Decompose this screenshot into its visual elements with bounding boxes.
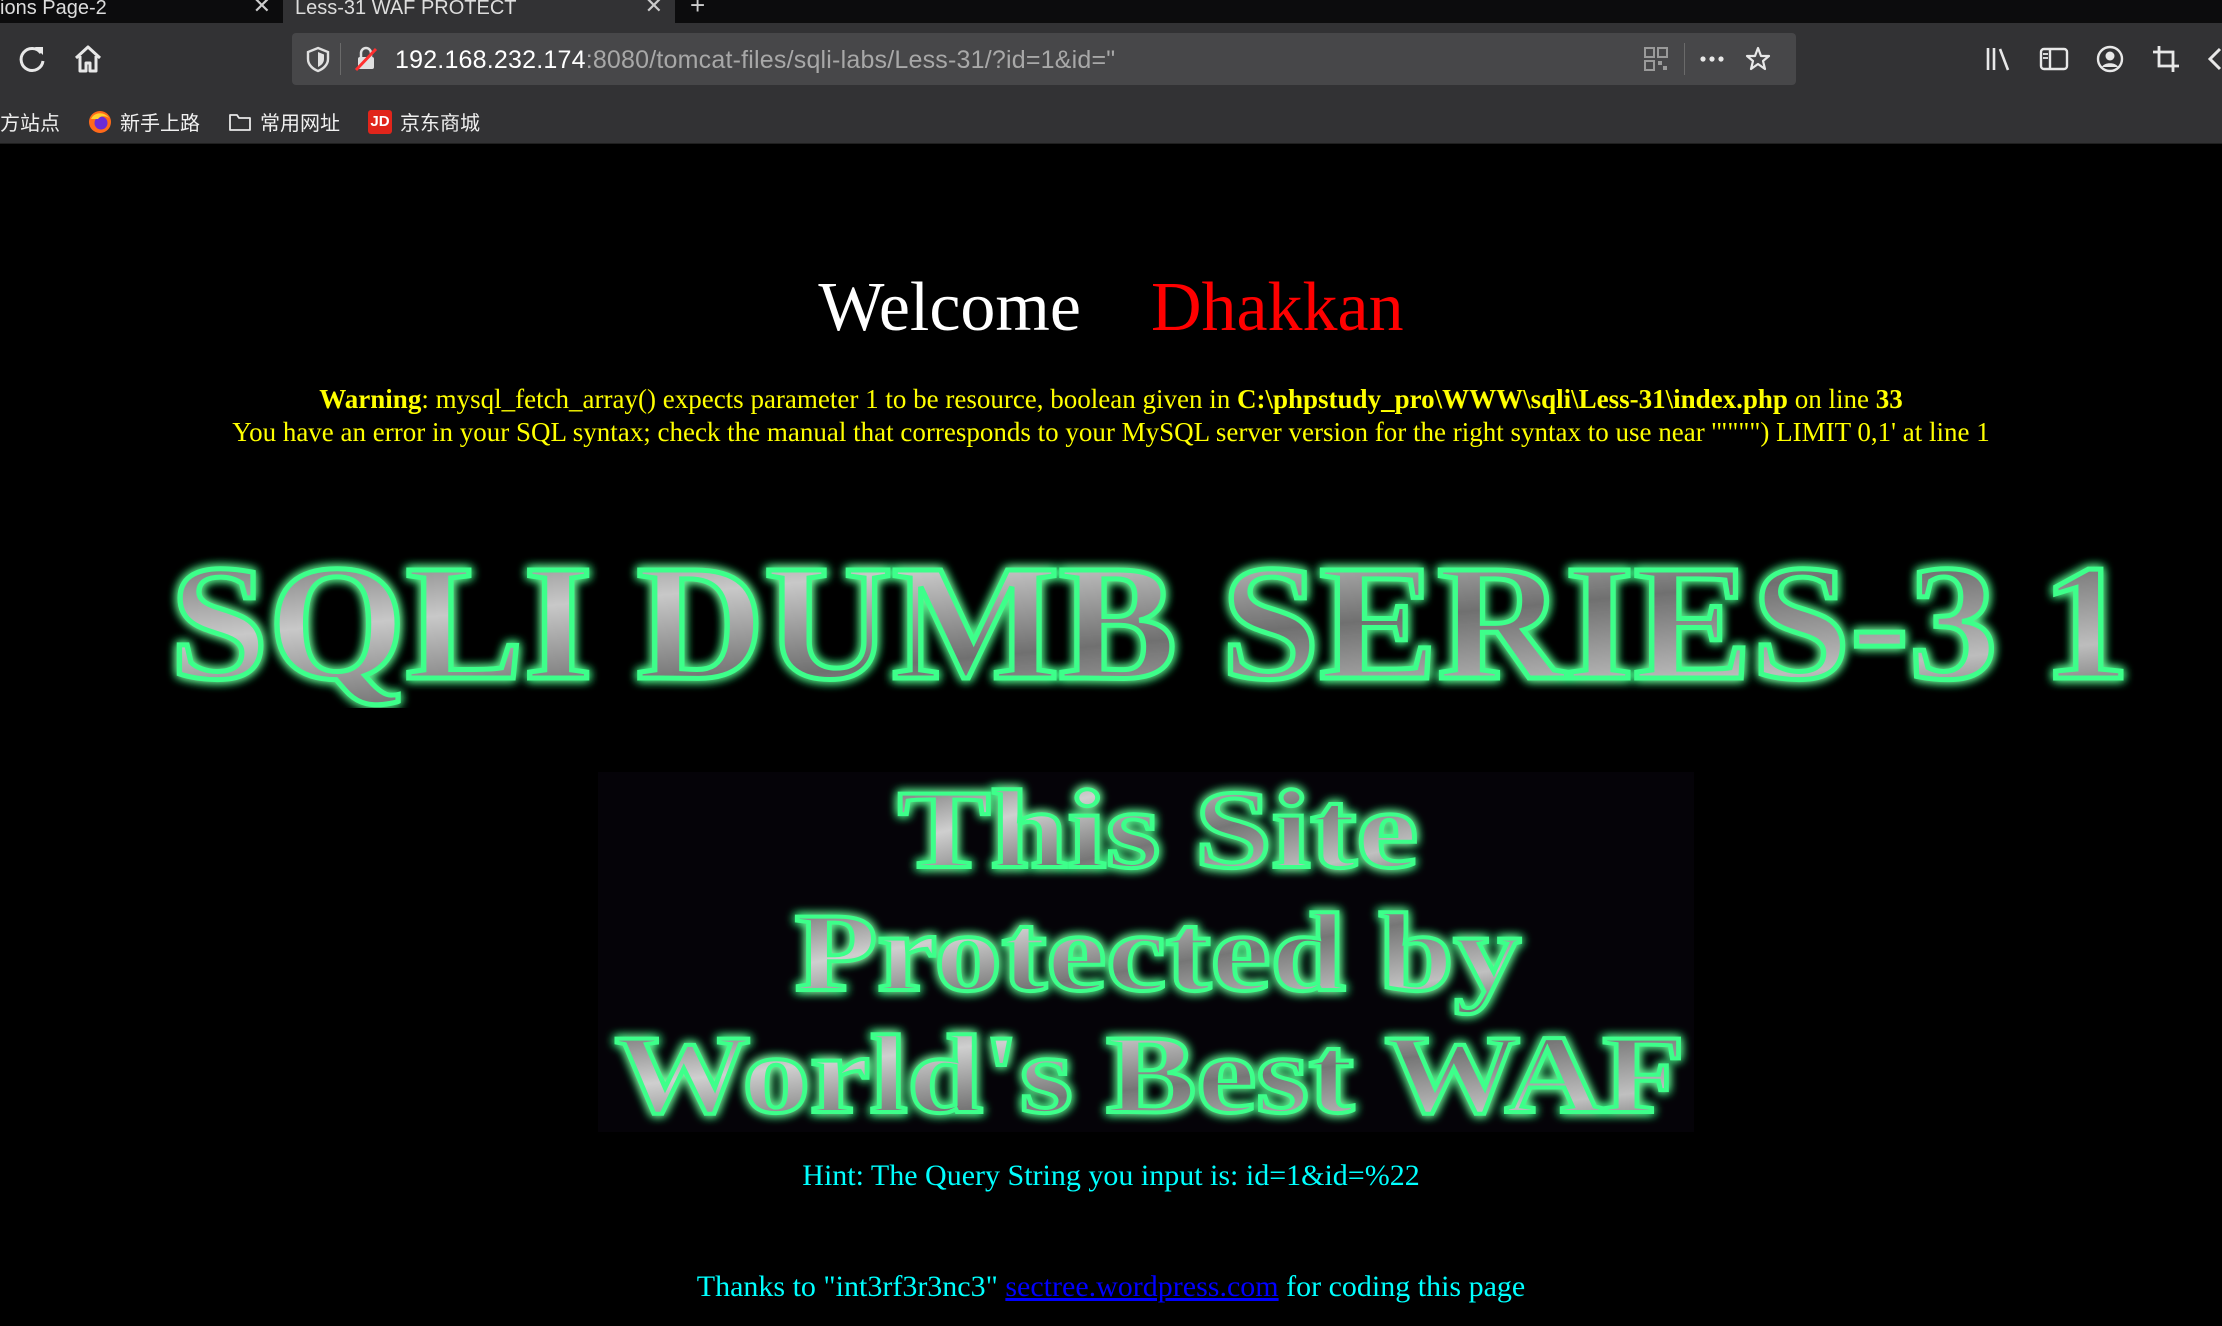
account-icon[interactable]: [2094, 43, 2126, 75]
bookmark-item[interactable]: 常用网址: [228, 107, 340, 136]
library-icon[interactable]: [1982, 43, 2014, 75]
sql-error-message: You have an error in your SQL syntax; ch…: [232, 417, 1990, 447]
page-content: Welcome Dhakkan Warning: mysql_fetch_arra…: [0, 144, 2222, 1326]
folder-icon: [229, 113, 251, 131]
waf-text-graphic: This Site Protected by World's Best WAF: [613, 772, 1687, 1132]
screenshot-crop-icon[interactable]: [2150, 43, 2182, 75]
credits-suffix: for coding this page: [1278, 1270, 1526, 1303]
shield-icon[interactable]: [304, 45, 332, 73]
waf-line-3: World's Best WAF: [615, 1013, 1685, 1132]
welcome-name: Dhakkan: [1150, 269, 1404, 346]
bookmark-item[interactable]: 方站点: [0, 107, 60, 136]
bookmark-label: 新手上路: [120, 111, 200, 135]
hint-text: Hint: The Query String you input is: id=…: [802, 1159, 1420, 1192]
divider: [1684, 43, 1685, 75]
bookmark-label: 常用网址: [260, 111, 340, 135]
tab-close-icon[interactable]: ✕: [645, 0, 663, 17]
bookmark-item[interactable]: JD 京东商城: [368, 107, 480, 136]
qr-code-icon[interactable]: [1642, 45, 1670, 73]
home-icon[interactable]: [70, 41, 106, 77]
bookmark-label: 京东商城: [400, 111, 480, 135]
url-path: :8080/tomcat-files/sqli-labs/Less-31/?id…: [585, 46, 1116, 74]
welcome-heading: Welcome Dhakkan: [0, 268, 2222, 348]
bookmark-star-icon[interactable]: [1744, 45, 1772, 73]
series-banner-image: SQLI DUMB SERIES-3 1: [168, 538, 2133, 708]
warning-path: C:\phpstudy_pro\WWW\sqli\Less-31\index.p…: [1237, 384, 1788, 414]
sidebar-icon[interactable]: [2038, 43, 2070, 75]
insecure-lock-icon[interactable]: [352, 45, 380, 73]
credits-line: Thanks to "int3rf3r3nc3" sectree.wordpre…: [0, 1270, 2222, 1304]
overflow-chevron-icon[interactable]: [2204, 43, 2222, 75]
jd-icon: JD: [368, 109, 392, 134]
warning-text: : mysql_fetch_array() expects parameter …: [421, 384, 1237, 414]
url-host: 192.168.232.174: [395, 46, 586, 74]
credits-link[interactable]: sectree.wordpress.com: [1005, 1270, 1278, 1303]
bookmark-label: 方站点: [0, 111, 60, 135]
credits-prefix: Thanks to "int3rf3r3nc3": [696, 1270, 1006, 1303]
address-bar[interactable]: 192.168.232.174:8080/tomcat-files/sqli-l…: [292, 33, 1796, 85]
tab-inactive[interactable]: ions Page-2 ✕: [0, 0, 283, 23]
divider: [340, 43, 341, 75]
waf-line-1: This Site: [898, 772, 1418, 892]
tab-close-icon[interactable]: ✕: [253, 0, 271, 17]
waf-protected-image: This Site Protected by World's Best WAF: [598, 772, 1694, 1132]
bookmark-item[interactable]: 新手上路: [88, 107, 200, 136]
waf-line-2: Protected by: [795, 891, 1521, 1015]
tab-strip: ions Page-2 ✕ Less-31 WAF PROTECT ✕ +: [0, 0, 2222, 23]
tab-title: Less-31 WAF PROTECT: [295, 0, 517, 19]
tab-active[interactable]: Less-31 WAF PROTECT ✕: [283, 0, 675, 23]
warning-label: Warning: [319, 384, 422, 414]
reload-icon[interactable]: [14, 41, 50, 77]
bookmarks-toolbar: 方站点 新手上路 常用网址 JD 京东商城: [0, 95, 2222, 144]
warning-online: on line: [1787, 384, 1876, 414]
welcome-text: Welcome: [818, 269, 1081, 346]
tab-title: ions Page-2: [0, 0, 107, 19]
php-warning: Warning: mysql_fetch_array() expects par…: [0, 384, 2222, 415]
warning-line: 33: [1875, 384, 1903, 414]
url-text[interactable]: 192.168.232.174:8080/tomcat-files/sqli-l…: [395, 46, 1115, 75]
firefox-icon: [89, 110, 111, 133]
banner-text: SQLI DUMB SERIES-3 1: [170, 538, 2130, 708]
new-tab-button[interactable]: +: [690, 0, 705, 21]
more-actions-icon[interactable]: [1698, 45, 1726, 73]
navigation-toolbar: 192.168.232.174:8080/tomcat-files/sqli-l…: [0, 23, 2222, 95]
